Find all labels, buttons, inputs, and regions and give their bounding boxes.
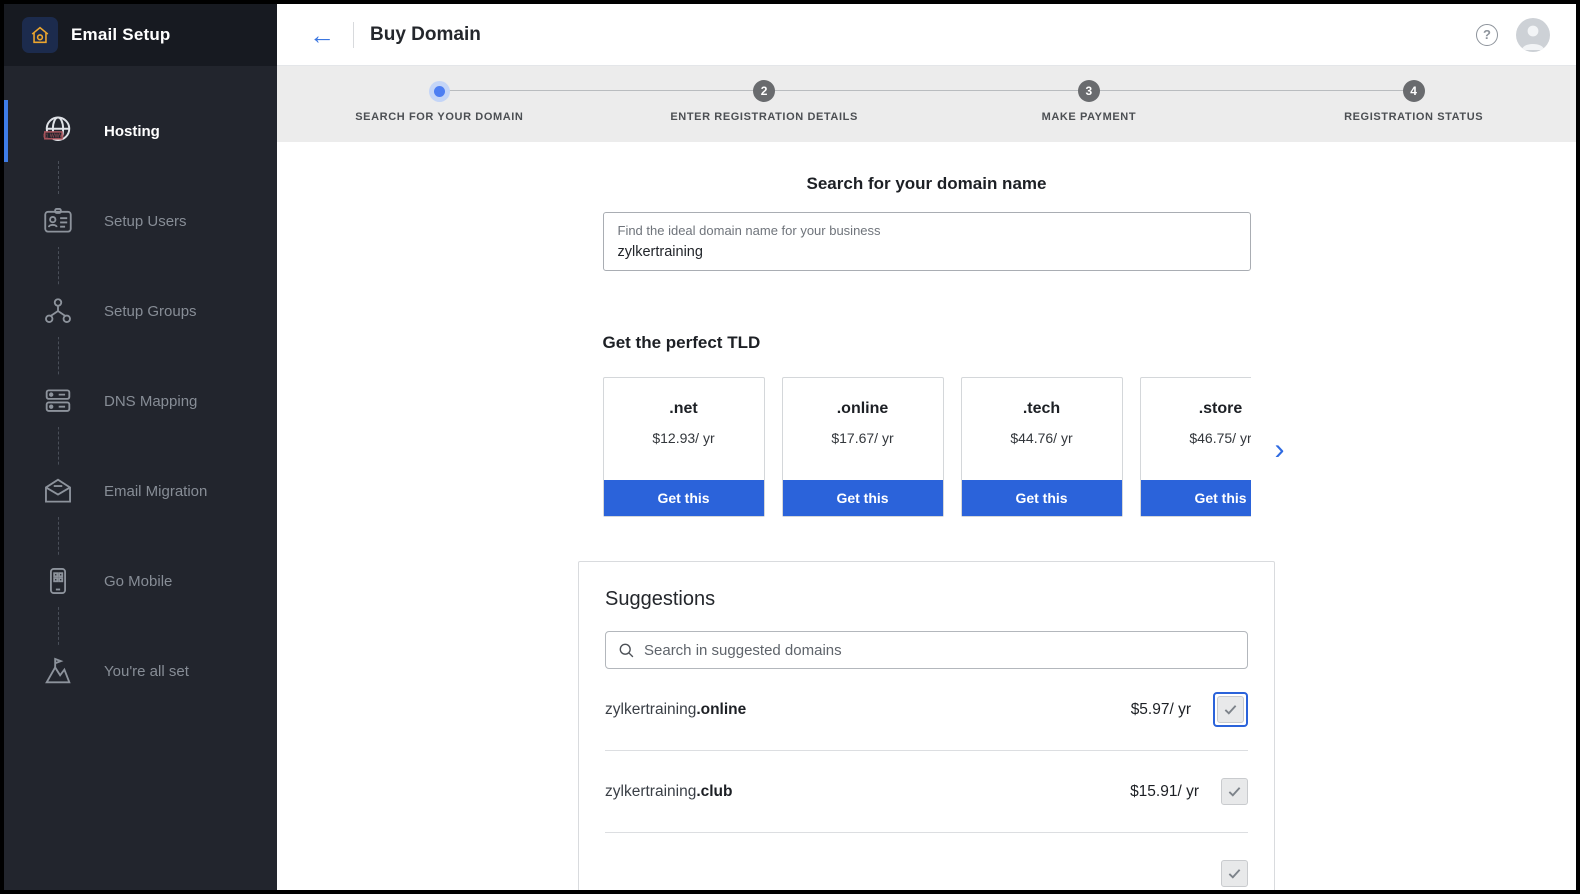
sidebar-nav: 01 WWW Hosting Setup Users <box>4 66 277 890</box>
sidebar-item-setup-groups[interactable]: Setup Groups <box>4 266 277 356</box>
get-this-button[interactable]: Get this <box>604 480 764 516</box>
suggestion-domain: zylkertraining.club <box>605 783 732 801</box>
sidebar-item-label: You're all set <box>104 663 189 680</box>
suggestion-checkbox[interactable] <box>1221 778 1248 805</box>
step-registration-status: 4 REGISTRATION STATUS <box>1251 80 1576 142</box>
topbar-right: ? <box>1476 18 1550 52</box>
globe-icon: 01 WWW <box>32 105 84 157</box>
step-label: MAKE PAYMENT <box>1042 111 1137 123</box>
selected-checkbox-outline <box>1213 692 1248 727</box>
tld-price: $17.67/ yr <box>783 430 943 446</box>
sidebar-item-go-mobile[interactable]: Go Mobile <box>4 536 277 626</box>
svg-text:01 WWW: 01 WWW <box>43 133 65 139</box>
stepper: SEARCH FOR YOUR DOMAIN 2 ENTER REGISTRAT… <box>277 66 1576 142</box>
tld-card-online: .online $17.67/ yr Get this <box>782 377 944 517</box>
app-title: Email Setup <box>71 25 171 45</box>
step-make-payment: 3 MAKE PAYMENT <box>927 80 1252 142</box>
suggestion-row-partial <box>605 833 1248 890</box>
step-active-dot <box>434 86 445 97</box>
sidebar-item-label: Go Mobile <box>104 573 172 590</box>
step-number: 2 <box>753 80 775 102</box>
suggestion-rows: zylkertraining.online $5.97/ yr zylkertr… <box>605 669 1248 890</box>
suggestions-panel: Suggestions zylkertraining.online $5.97/… <box>578 561 1275 890</box>
server-icon <box>32 375 84 427</box>
sidebar-item-dns-mapping[interactable]: DNS Mapping <box>4 356 277 446</box>
suggestion-row: zylkertraining.club $15.91/ yr <box>605 751 1248 833</box>
tld-price: $46.75/ yr <box>1141 430 1251 446</box>
sidebar-header: Email Setup <box>4 4 277 66</box>
step-label: ENTER REGISTRATION DETAILS <box>670 111 858 123</box>
suggestion-checkbox[interactable] <box>1221 860 1248 887</box>
suggestions-search-box <box>605 631 1248 669</box>
mobile-icon <box>32 555 84 607</box>
avatar[interactable] <box>1516 18 1550 52</box>
step-enter-registration-details: 2 ENTER REGISTRATION DETAILS <box>602 80 927 142</box>
suggestion-price: $5.97/ yr <box>1131 701 1191 719</box>
sidebar-item-label: Setup Users <box>104 213 187 230</box>
step-number: 4 <box>1403 80 1425 102</box>
sidebar: Email Setup 01 WWW Hosting <box>4 4 277 890</box>
suggestion-price: $15.91/ yr <box>1130 783 1199 801</box>
sidebar-item-youre-all-set[interactable]: You're all set <box>4 626 277 716</box>
get-this-button[interactable]: Get this <box>962 480 1122 516</box>
tld-price: $44.76/ yr <box>962 430 1122 446</box>
sidebar-item-label: Email Migration <box>104 483 207 500</box>
help-icon[interactable]: ? <box>1476 24 1498 46</box>
domain-search-hint: Find the ideal domain name for your busi… <box>618 223 1236 238</box>
step-search-for-your-domain: SEARCH FOR YOUR DOMAIN <box>277 80 602 142</box>
suggestions-heading: Suggestions <box>605 588 1248 611</box>
tld-name: .net <box>604 400 764 418</box>
org-group-icon <box>32 285 84 337</box>
domain-search-box: Find the ideal domain name for your busi… <box>603 212 1251 271</box>
tld-carousel: .net $12.93/ yr Get this .online $17.67/… <box>603 377 1251 517</box>
get-this-button[interactable]: Get this <box>1141 480 1251 516</box>
main-area: ← Buy Domain ? SEARCH FOR YOUR DOMAIN <box>277 4 1576 890</box>
sidebar-item-label: DNS Mapping <box>104 393 197 410</box>
tld-heading: Get the perfect TLD <box>603 333 1251 353</box>
tld-price: $12.93/ yr <box>604 430 764 446</box>
get-this-button[interactable]: Get this <box>783 480 943 516</box>
sidebar-item-label: Setup Groups <box>104 303 197 320</box>
sidebar-item-setup-users[interactable]: Setup Users <box>4 176 277 266</box>
domain-search-heading: Search for your domain name <box>603 174 1251 194</box>
sidebar-item-email-migration[interactable]: Email Migration <box>4 446 277 536</box>
content: Search for your domain name Find the ide… <box>277 142 1576 890</box>
app-logo-icon <box>22 17 58 53</box>
tld-card-net: .net $12.93/ yr Get this <box>603 377 765 517</box>
mountain-flag-icon <box>32 645 84 697</box>
carousel-next-icon[interactable]: › <box>1275 435 1285 465</box>
id-card-icon <box>32 195 84 247</box>
step-number: 3 <box>1078 80 1100 102</box>
app-window: Email Setup 01 WWW Hosting <box>0 0 1580 894</box>
topbar-divider <box>353 22 354 48</box>
tld-card-store: .store $46.75/ yr Get this <box>1140 377 1251 517</box>
domain-search-input[interactable] <box>618 244 1236 260</box>
tld-name: .tech <box>962 400 1122 418</box>
tld-name: .store <box>1141 400 1251 418</box>
step-label: SEARCH FOR YOUR DOMAIN <box>355 111 523 123</box>
page-title: Buy Domain <box>370 24 481 46</box>
search-icon <box>618 642 635 659</box>
step-label: REGISTRATION STATUS <box>1344 111 1483 123</box>
topbar: ← Buy Domain ? <box>277 4 1576 66</box>
envelope-icon <box>32 465 84 517</box>
suggestions-search-input[interactable] <box>644 642 1235 659</box>
tld-name: .online <box>783 400 943 418</box>
tld-card-tech: .tech $44.76/ yr Get this <box>961 377 1123 517</box>
suggestion-row: zylkertraining.online $5.97/ yr <box>605 669 1248 751</box>
back-button[interactable]: ← <box>303 22 341 48</box>
sidebar-item-hosting[interactable]: 01 WWW Hosting <box>4 86 277 176</box>
sidebar-item-label: Hosting <box>104 123 160 140</box>
suggestion-checkbox[interactable] <box>1217 696 1244 723</box>
tld-section: Get the perfect TLD .net $12.93/ yr Get … <box>603 333 1251 517</box>
suggestion-domain: zylkertraining.online <box>605 701 746 719</box>
